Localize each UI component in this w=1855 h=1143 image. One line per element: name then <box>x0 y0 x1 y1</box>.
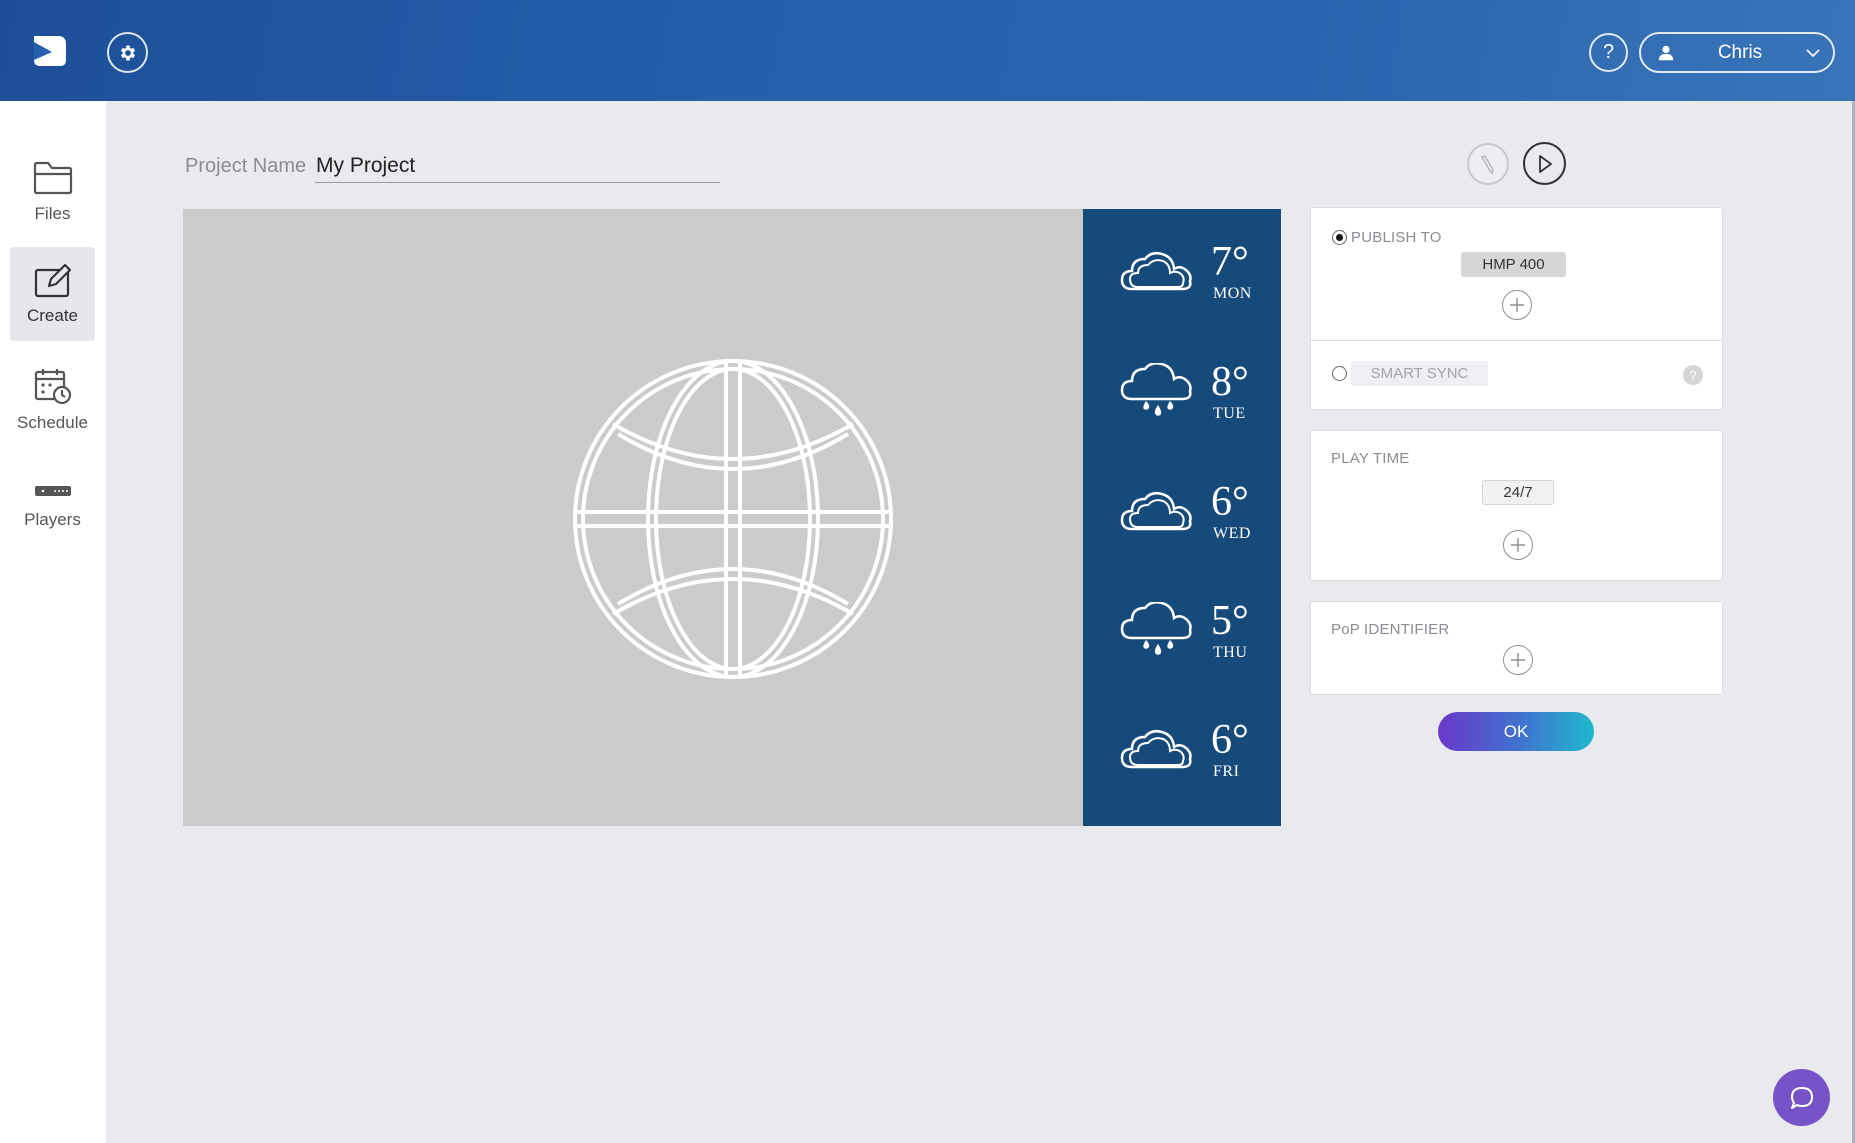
preview-play-button[interactable] <box>1523 142 1566 185</box>
pencil-icon <box>1480 155 1494 175</box>
project-name-label: Project Name <box>185 155 307 177</box>
sidebar-item-label: Create <box>26 306 79 325</box>
player-device-icon <box>34 486 71 496</box>
cloud-icon <box>1120 729 1192 769</box>
plus-icon <box>1511 653 1525 667</box>
play-time-chip[interactable]: 24/7 <box>1482 480 1554 505</box>
cloud-icon <box>1120 491 1192 531</box>
weather-day-row: 7° MON <box>1083 221 1281 321</box>
rain-cloud-icon <box>1120 363 1192 416</box>
divider <box>1311 340 1722 341</box>
plus-icon <box>1511 538 1525 552</box>
weather-day-row: 6° WED <box>1083 461 1281 561</box>
play-time-label: PLAY TIME <box>1331 450 1410 467</box>
publish-card: PUBLISH TO HMP 400 SMART SYNC ? <box>1310 207 1723 410</box>
chat-support-button[interactable] <box>1773 1069 1830 1126</box>
weather-day-row: 8° TUE <box>1083 341 1281 441</box>
sidebar-item-players[interactable]: Players <box>10 459 95 553</box>
sidebar-item-create[interactable]: Create <box>10 247 95 341</box>
sidebar-item-schedule[interactable]: Schedule <box>10 353 95 447</box>
smart-sync-help-icon[interactable]: ? <box>1683 365 1703 385</box>
sidebar-item-label: Schedule <box>17 413 88 432</box>
add-pop-identifier-button[interactable] <box>1503 645 1533 675</box>
globe-icon <box>573 359 893 679</box>
pop-identifier-label: PoP IDENTIFIER <box>1331 621 1450 638</box>
weather-day: MON <box>1213 285 1252 302</box>
rain-cloud-icon <box>1120 602 1192 655</box>
user-icon <box>1658 45 1674 60</box>
chevron-down-icon <box>1806 48 1820 57</box>
sidebar: Files Create Schedule Players <box>0 101 106 1143</box>
ok-button[interactable]: OK <box>1438 712 1594 751</box>
help-button[interactable]: ? <box>1589 33 1628 72</box>
calendar-clock-icon <box>34 369 71 405</box>
weather-day: TUE <box>1213 405 1246 422</box>
weather-day-row: 5° THU <box>1083 580 1281 680</box>
smart-sync-radio[interactable] <box>1332 366 1347 381</box>
add-player-button[interactable] <box>1502 290 1532 320</box>
app-logo-icon[interactable] <box>30 30 70 70</box>
weather-day-row: 6° FRI <box>1083 699 1281 799</box>
project-name-input[interactable] <box>315 150 720 183</box>
gear-icon <box>120 45 135 60</box>
sidebar-item-label: Players <box>24 510 81 529</box>
cloud-icon <box>1120 251 1192 291</box>
edit-button[interactable] <box>1467 143 1509 185</box>
weather-day: THU <box>1213 644 1248 661</box>
user-name: Chris <box>1717 41 1763 63</box>
publish-to-radio[interactable] <box>1332 230 1347 245</box>
weather-forecast-panel: 7° MON 8° TUE 6° WED 5° THU 6° FRI <box>1083 209 1281 826</box>
sidebar-item-label: Files <box>34 204 71 223</box>
publish-to-label: PUBLISH TO <box>1351 229 1442 246</box>
settings-button[interactable] <box>107 32 148 73</box>
play-icon <box>1538 154 1552 173</box>
top-bar: ? Chris <box>0 0 1855 101</box>
folder-icon <box>33 161 72 195</box>
weather-day: WED <box>1213 525 1251 542</box>
plus-icon <box>1510 298 1524 312</box>
create-icon <box>34 263 71 298</box>
weather-temp: 7° <box>1211 239 1249 285</box>
user-menu-button[interactable]: Chris <box>1639 32 1835 73</box>
sidebar-item-files[interactable]: Files <box>10 145 95 239</box>
smart-sync-chip[interactable]: SMART SYNC <box>1351 361 1488 386</box>
weather-temp: 6° <box>1211 479 1249 525</box>
layout-preview[interactable]: 7° MON 8° TUE 6° WED 5° THU 6° FRI <box>183 209 1281 826</box>
player-chip[interactable]: HMP 400 <box>1461 252 1566 277</box>
chat-bubble-icon <box>1790 1086 1813 1109</box>
add-play-time-button[interactable] <box>1503 530 1533 560</box>
weather-temp: 6° <box>1211 717 1249 763</box>
weather-day: FRI <box>1213 763 1240 780</box>
play-time-card: PLAY TIME 24/7 <box>1310 430 1723 581</box>
weather-temp: 8° <box>1211 359 1249 405</box>
pop-identifier-card: PoP IDENTIFIER <box>1310 601 1723 695</box>
weather-temp: 5° <box>1211 598 1249 644</box>
